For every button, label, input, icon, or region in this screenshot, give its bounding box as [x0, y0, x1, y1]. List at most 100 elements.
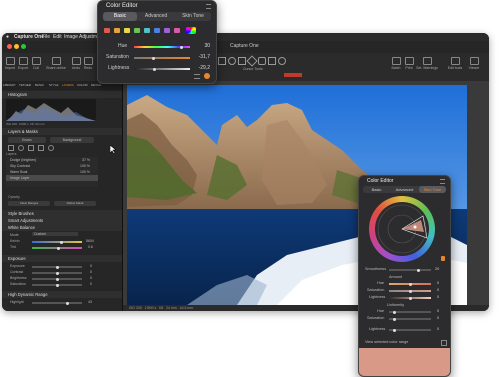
batch-button[interactable]: Batch — [390, 57, 402, 70]
import-button[interactable]: Import — [4, 57, 16, 70]
viewer-button[interactable]: Viewer — [468, 57, 480, 70]
brush-layer-button[interactable]: Brush — [8, 137, 46, 143]
smart-adjustments-header[interactable]: Smart Adjustments — [2, 217, 122, 224]
saturation-value[interactable]: 0 — [90, 282, 92, 286]
contrast-value[interactable]: 0 — [90, 270, 92, 274]
tint-value[interactable]: 0.6 — [88, 245, 93, 249]
amount-lightness-slider[interactable] — [389, 296, 431, 300]
lightness-slider-knob[interactable] — [152, 67, 156, 71]
kelvin-slider-knob[interactable] — [60, 240, 63, 244]
tint-slider-knob[interactable] — [57, 246, 60, 250]
contrast-slider-knob[interactable] — [56, 271, 59, 275]
style-brushes-header[interactable]: Style Brushes — [2, 210, 122, 217]
histogram-header[interactable]: Histogram — [2, 91, 122, 98]
zoom-tool-icon[interactable] — [228, 57, 236, 65]
tab-color[interactable]: COLOR — [77, 83, 88, 87]
white-balance-header[interactable]: White Balance — [2, 224, 122, 231]
highlight-slider[interactable] — [32, 301, 82, 305]
menu-app-name[interactable]: Capture One — [14, 33, 44, 41]
saturation-slider-knob[interactable] — [152, 56, 156, 60]
hue-slider[interactable] — [134, 45, 190, 49]
smoothness-value[interactable]: 20 — [435, 267, 439, 271]
kelvin-slider[interactable] — [32, 240, 82, 244]
eyedropper-icon[interactable] — [204, 73, 210, 79]
layer-row-selected[interactable]: Image Layer — [6, 175, 98, 181]
tab-style[interactable]: STYLE — [49, 83, 59, 87]
tab-basic[interactable]: Basic — [103, 12, 137, 21]
eraser-tool-icon[interactable] — [268, 57, 276, 65]
hand-tool-icon[interactable] — [218, 57, 226, 65]
zoom-window-button[interactable] — [21, 44, 26, 49]
swatch-yellow[interactable] — [124, 28, 130, 33]
layer-row[interactable]: Sky Contrast — [10, 164, 30, 168]
print-button[interactable]: Print — [403, 57, 415, 70]
amount-saturation-knob[interactable] — [409, 289, 412, 293]
uniformity-lightness-knob[interactable] — [393, 328, 396, 332]
swatch-blue[interactable] — [154, 28, 160, 33]
export-button[interactable]: Export — [17, 57, 29, 70]
lightness-slider[interactable] — [134, 67, 190, 71]
mask-radial-icon[interactable] — [18, 145, 24, 151]
amount-hue-knob[interactable] — [409, 282, 412, 286]
layer-row[interactable]: Dodge (brighten) — [10, 158, 36, 162]
swatch-red[interactable] — [104, 28, 110, 33]
menu-edit[interactable]: Edit — [53, 33, 62, 41]
lightness-value[interactable]: -29,2 — [192, 65, 210, 71]
amount-saturation-slider[interactable] — [389, 289, 431, 293]
layer-row[interactable]: Warm Boat — [10, 170, 27, 174]
warning-indicator[interactable] — [284, 73, 302, 77]
apple-menu-icon[interactable]: ● — [6, 33, 9, 41]
close-window-button[interactable] — [7, 44, 12, 49]
panel-menu-icon[interactable] — [440, 179, 445, 184]
hdr-header[interactable]: High Dynamic Range — [2, 291, 122, 298]
minimize-window-button[interactable] — [14, 44, 19, 49]
smoothness-slider[interactable] — [389, 268, 431, 272]
brush-tool-icon[interactable] — [258, 57, 266, 65]
swatch-green[interactable] — [134, 28, 140, 33]
redo-button[interactable]: Redo — [82, 57, 94, 70]
sel-warnings-button[interactable]: Sel. Warnings — [416, 57, 438, 70]
edit-tools-button[interactable]: Edit tools — [446, 57, 464, 70]
amount-lightness-knob[interactable] — [409, 296, 412, 300]
menu-image[interactable]: Image — [64, 33, 78, 41]
highlight-value[interactable]: 43 — [88, 300, 92, 304]
uniformity-hue-knob[interactable] — [393, 310, 396, 314]
uniformity-lightness-slider[interactable] — [389, 328, 431, 332]
swatch-magenta[interactable] — [174, 28, 180, 33]
undo-button[interactable]: Undo — [70, 57, 82, 70]
view-range-toggle-icon[interactable] — [441, 340, 447, 346]
hue-slider-knob[interactable] — [180, 45, 184, 49]
amount-hue-slider[interactable] — [389, 282, 431, 286]
swatch-purple[interactable] — [164, 28, 170, 33]
panel-menu-icon[interactable] — [206, 4, 211, 9]
mask-eraser-icon[interactable] — [38, 145, 44, 151]
uniformity-saturation-value[interactable]: 0 — [437, 316, 439, 320]
amount-lightness-value[interactable]: 0 — [437, 295, 439, 299]
highlight-slider-knob[interactable] — [66, 301, 69, 305]
tab-advanced[interactable]: Advanced — [139, 12, 173, 21]
saturation-slider-knob[interactable] — [56, 283, 59, 287]
tab-skin-tone[interactable]: Skin Tone — [419, 186, 446, 193]
crop-tool-icon[interactable] — [238, 57, 246, 65]
exposure-value[interactable]: 0 — [90, 264, 92, 268]
wb-mode-select[interactable]: Custom — [32, 232, 78, 236]
uniformity-saturation-knob[interactable] — [393, 317, 396, 321]
kelvin-value[interactable]: 5604 — [86, 239, 94, 243]
layers-masks-header[interactable]: Layers & Masks — [2, 128, 122, 135]
saturation-value[interactable]: -31,7 — [192, 54, 210, 60]
tint-slider[interactable] — [32, 246, 82, 250]
tab-layers[interactable]: LAYERS — [62, 83, 74, 87]
amount-hue-value[interactable]: 0 — [437, 281, 439, 285]
tab-tether[interactable]: TETHER — [19, 83, 31, 87]
exposure-header[interactable]: Exposure — [2, 255, 122, 262]
color-picker-icon[interactable] — [186, 27, 196, 34]
uniformity-lightness-value[interactable]: 0 — [437, 327, 439, 331]
clear-ranges-button[interactable]: Clear Ranges — [8, 201, 50, 206]
menu-file[interactable]: File — [42, 33, 50, 41]
picker-tool-icon[interactable] — [278, 57, 286, 65]
hue-value[interactable]: 30 — [192, 43, 210, 49]
tab-advanced[interactable]: Advanced — [391, 186, 418, 193]
swatch-cyan[interactable] — [144, 28, 150, 33]
tab-basic[interactable]: BASIC — [35, 83, 44, 87]
background-layer-button[interactable]: Background — [50, 137, 94, 143]
